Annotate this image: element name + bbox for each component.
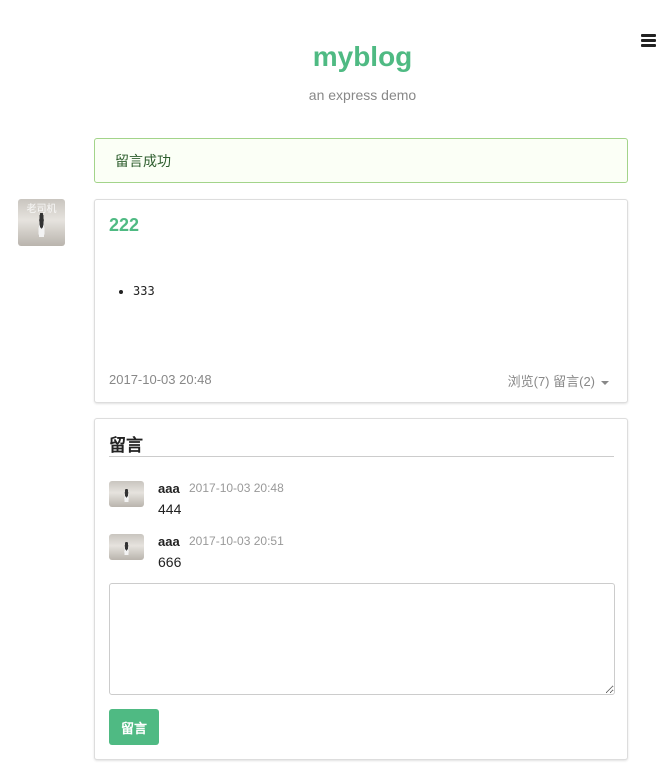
comment-item: aaa 2017-10-03 20:51 666 <box>109 534 614 576</box>
post-card: 222 333 2017-10-03 20:48 浏览(7) 留言(2) <box>94 199 628 403</box>
comment-text: 666 <box>158 554 182 570</box>
site-subtitle: an express demo <box>308 87 417 103</box>
post-stats-dropdown[interactable]: 浏览(7) 留言(2) <box>508 371 609 390</box>
comment-author: aaa <box>158 481 180 496</box>
commenter-avatar[interactable] <box>109 481 144 507</box>
post-content-item: 333 <box>133 284 155 298</box>
post-content: 333 <box>133 284 155 298</box>
commenter-avatar[interactable] <box>109 534 144 560</box>
page: myblog an express demo 留言成功 老司机 222 333 … <box>0 0 672 779</box>
comment-time: 2017-10-03 20:48 <box>189 481 284 495</box>
comments-section: 留言 aaa 2017-10-03 20:48 444 aaa 2017-10-… <box>94 418 628 760</box>
caret-down-icon <box>601 380 609 385</box>
author-avatar[interactable]: 老司机 <box>18 199 65 246</box>
comment-author: aaa <box>158 534 180 549</box>
post-stats: 浏览(7) 留言(2) <box>507 374 595 389</box>
comment-time: 2017-10-03 20:51 <box>189 534 284 548</box>
comment-item: aaa 2017-10-03 20:48 444 <box>109 481 614 523</box>
submit-comment-button[interactable]: 留言 <box>109 709 159 745</box>
post-date: 2017-10-03 20:48 <box>109 372 212 387</box>
site-title[interactable]: myblog <box>0 40 672 74</box>
post-title[interactable]: 222 <box>109 215 139 236</box>
success-flash-message: 留言成功 <box>94 138 628 183</box>
comment-textarea[interactable] <box>109 583 615 695</box>
comments-header: 留言 <box>109 431 614 457</box>
comment-text: 444 <box>158 501 182 517</box>
